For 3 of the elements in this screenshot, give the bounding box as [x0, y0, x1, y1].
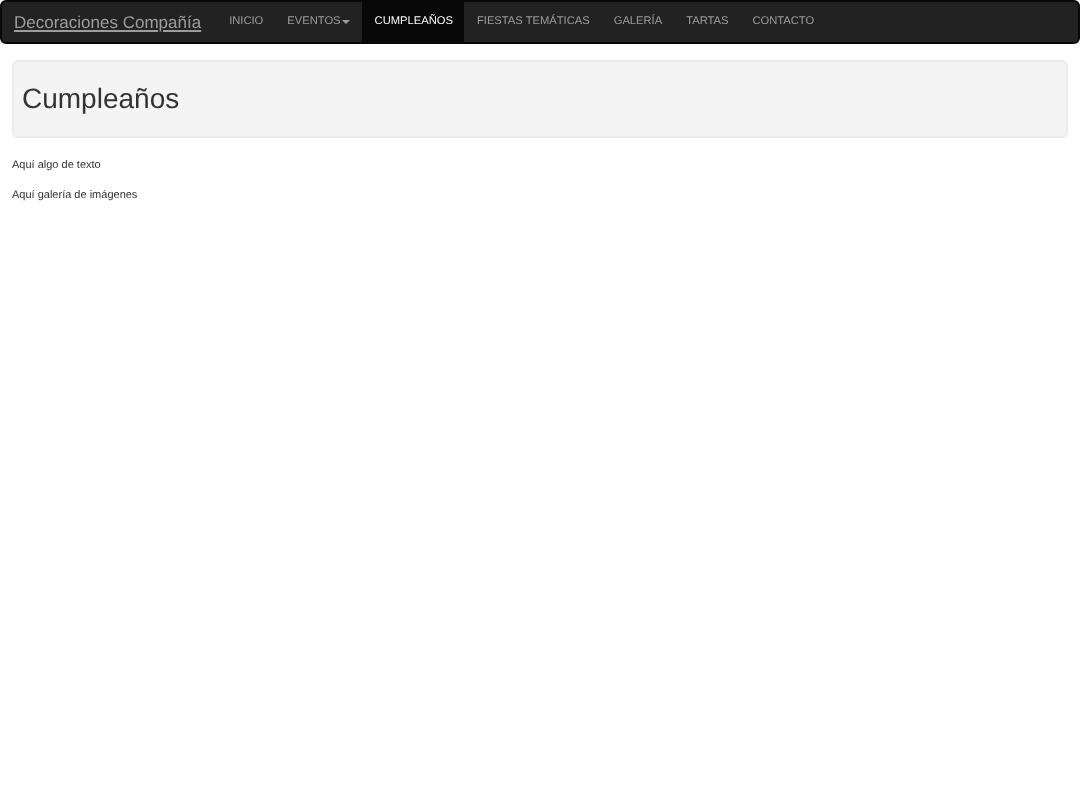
brand-link[interactable]: Decoraciones Compañía — [2, 2, 214, 42]
page-title: Cumpleaños — [22, 82, 182, 116]
caret-icon — [342, 20, 351, 24]
